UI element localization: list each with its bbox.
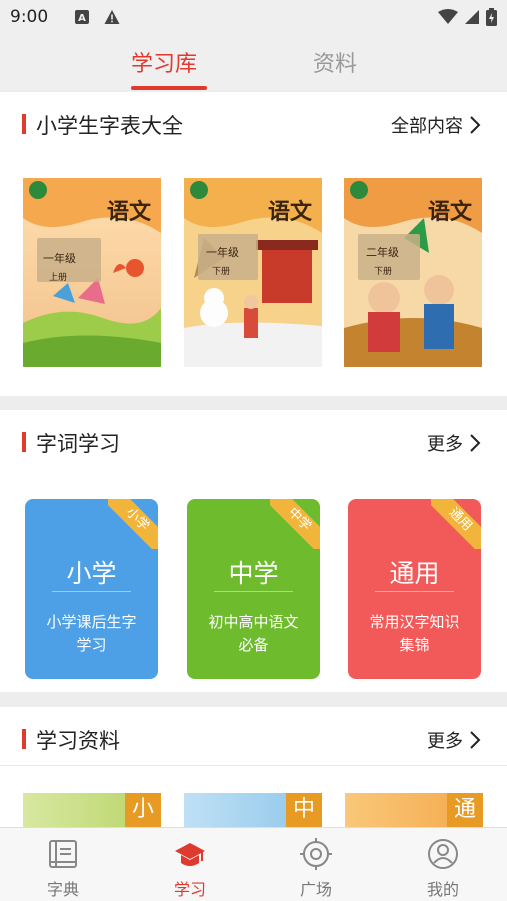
card-description-line2: 学习	[76, 636, 107, 654]
chevron-right-icon	[470, 116, 481, 134]
card-ribbon-label: 小学	[108, 499, 158, 549]
material-item-general[interactable]: 通	[345, 793, 483, 829]
card-ribbon: 中学	[270, 499, 320, 549]
nav-study[interactable]: 学习	[127, 828, 253, 901]
card-ribbon-label: 中学	[270, 499, 320, 549]
material-tag: 中	[286, 793, 322, 827]
nav-label: 学习	[173, 880, 206, 899]
more-label: 更多	[427, 434, 463, 455]
textbook-grade1-vol1[interactable]: 语文 一年级 上册	[23, 178, 161, 367]
signal-icon	[465, 10, 479, 24]
textbook-title: 语文	[427, 199, 472, 225]
card-title: 中学	[228, 559, 279, 588]
card-title: 小学	[66, 559, 117, 588]
nav-label: 我的	[426, 880, 459, 899]
word-card-secondary[interactable]: 中学 中学 初中高中语文 必备	[187, 499, 320, 679]
more-link[interactable]: 更多	[427, 430, 481, 456]
divider	[0, 765, 507, 766]
card-title: 通用	[389, 559, 440, 588]
material-item-secondary[interactable]: 中	[184, 793, 322, 829]
word-card-general[interactable]: 通用 通用 常用汉字知识 集锦	[348, 499, 481, 679]
textbook-volume: 下册	[212, 267, 231, 277]
textbook-volume: 下册	[374, 267, 393, 277]
battery-icon	[486, 8, 497, 26]
warning-icon	[104, 10, 120, 24]
more-link[interactable]: 更多	[427, 727, 481, 753]
status-time: 9:00	[10, 7, 49, 27]
word-card-primary[interactable]: 小学 小学 小学课后生字 学习	[25, 499, 158, 679]
textbook-grade2-vol2[interactable]: 语文 二年级 下册	[344, 178, 482, 367]
card-description-line2: 必备	[238, 636, 269, 654]
section-accent-bar	[22, 114, 26, 134]
section-character-tables: 小学生字表大全 全部内容 语文 一年级 上册 语文 一年级 下册 语文 二年级 …	[0, 92, 507, 396]
keyboard-a-icon: A	[75, 10, 90, 24]
bottom-nav: 字典 学习 广场 我的	[0, 827, 507, 901]
textbook-grade: 一年级	[43, 252, 76, 265]
section-header: 小学生字表大全 全部内容	[0, 92, 507, 156]
tab-underline	[131, 86, 207, 90]
card-divider	[52, 591, 131, 592]
section-word-learning: 字词学习 更多 小学 小学 小学课后生字 学习 中学 中学 初中高中语文 必备 …	[0, 410, 507, 692]
nav-label: 字典	[46, 880, 79, 899]
section-title: 学习资料	[36, 729, 120, 753]
graduation-cap-icon	[175, 843, 205, 866]
textbook-grade: 二年级	[366, 246, 399, 259]
material-item-primary[interactable]: 小	[23, 793, 161, 829]
section-title: 小学生字表大全	[36, 114, 183, 138]
section-title: 字词学习	[36, 432, 120, 456]
card-description-line1: 初中高中语文	[208, 613, 299, 631]
card-description: 小学课后生字 学习	[35, 611, 148, 657]
nav-profile[interactable]: 我的	[380, 828, 506, 901]
nav-dictionary[interactable]: 字典	[0, 828, 126, 901]
tab-materials[interactable]: 资料	[313, 46, 357, 78]
card-ribbon-label: 通用	[431, 499, 481, 549]
section-study-materials: 学习资料 更多 小 中 通	[0, 707, 507, 829]
section-header: 字词学习 更多	[0, 410, 507, 474]
nav-label: 广场	[299, 880, 332, 899]
card-divider	[375, 591, 454, 592]
svg-text:A: A	[78, 13, 86, 24]
target-icon	[300, 838, 332, 870]
tab-study-library[interactable]: 学习库	[131, 46, 197, 78]
textbook-title: 语文	[267, 199, 312, 225]
section-accent-bar	[22, 729, 26, 749]
material-tag: 通	[447, 793, 483, 827]
card-ribbon: 小学	[108, 499, 158, 549]
card-description-line1: 常用汉字知识	[369, 613, 460, 631]
wifi-icon	[438, 9, 458, 24]
book-icon	[49, 840, 77, 868]
section-header: 学习资料 更多	[0, 707, 507, 771]
all-content-label: 全部内容	[391, 116, 463, 137]
chevron-right-icon	[470, 434, 481, 452]
material-tag: 小	[125, 793, 161, 827]
section-accent-bar	[22, 432, 26, 452]
card-description: 初中高中语文 必备	[197, 611, 310, 657]
top-tabs: 学习库 资料	[0, 34, 507, 90]
card-divider	[214, 591, 293, 592]
textbook-grade: 一年级	[206, 246, 239, 259]
textbook-grade1-vol2[interactable]: 语文 一年级 下册	[184, 178, 322, 367]
card-description-line2: 集锦	[399, 636, 430, 654]
card-ribbon: 通用	[431, 499, 481, 549]
card-description: 常用汉字知识 集锦	[358, 611, 471, 657]
more-label: 更多	[427, 731, 463, 752]
card-description-line1: 小学课后生字	[46, 613, 137, 631]
user-icon	[428, 839, 458, 869]
status-bar: 9:00 A	[0, 0, 507, 34]
textbook-volume: 上册	[49, 273, 68, 283]
textbook-title: 语文	[106, 199, 151, 225]
nav-square[interactable]: 广场	[253, 828, 379, 901]
chevron-right-icon	[470, 731, 481, 749]
all-content-link[interactable]: 全部内容	[391, 112, 481, 138]
